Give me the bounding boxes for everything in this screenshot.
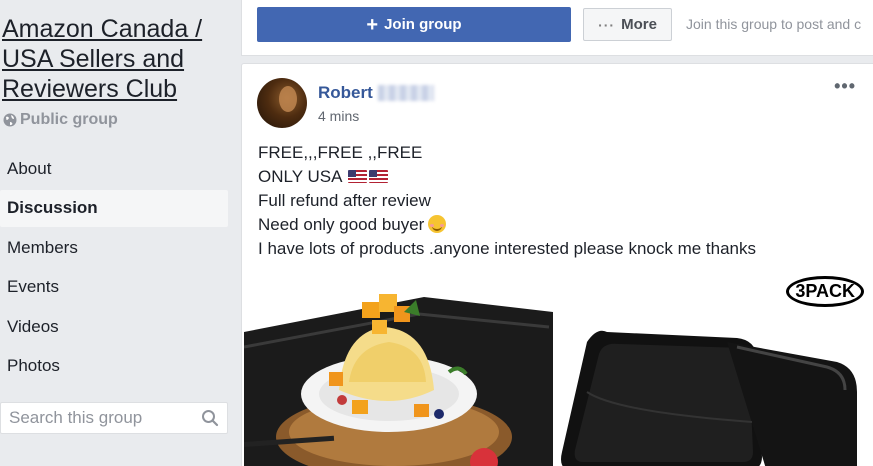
nav-item-discussion[interactable]: Discussion bbox=[0, 189, 228, 227]
author-avatar[interactable] bbox=[257, 78, 307, 128]
group-type-label: Public group bbox=[20, 111, 118, 128]
post-line-text: ONLY USA bbox=[258, 167, 342, 186]
smile-emoji-icon bbox=[428, 215, 447, 233]
post-line: FREE,,,FREE ,,FREE bbox=[258, 143, 423, 162]
post-menu-icon[interactable]: ••• bbox=[834, 76, 856, 97]
join-group-label: Join group bbox=[384, 16, 462, 33]
more-dots-icon: ··· bbox=[598, 16, 616, 33]
group-search-input[interactable]: Search this group bbox=[0, 402, 228, 434]
post-author[interactable]: Robert bbox=[318, 83, 434, 103]
group-title[interactable]: Amazon Canada / USA Sellers and Reviewer… bbox=[2, 14, 227, 104]
us-flag-icon bbox=[369, 170, 389, 183]
image-badge: 3PACK bbox=[786, 276, 864, 307]
redacted-surname bbox=[377, 85, 434, 101]
post-line: Full refund after review bbox=[258, 191, 431, 210]
post-line: I have lots of products .anyone interest… bbox=[258, 239, 757, 258]
post-line: Need only good buyer bbox=[258, 213, 756, 237]
nav-item-photos[interactable]: Photos bbox=[0, 348, 228, 385]
nav-item-members[interactable]: Members bbox=[0, 229, 228, 266]
post-line: ONLY USA bbox=[258, 165, 756, 189]
group-nav: About Discussion Members Events Videos P… bbox=[0, 150, 228, 387]
feed-post: Robert 4 mins ••• FREE,,,FREE ,,FREE ONL… bbox=[241, 63, 873, 466]
post-image-trays[interactable]: 3PACK bbox=[557, 272, 868, 466]
post-image-dessert[interactable] bbox=[244, 272, 553, 466]
post-body: FREE,,,FREE ,,FREE ONLY USA Full refund … bbox=[258, 141, 756, 261]
group-privacy: Public group bbox=[3, 111, 118, 129]
join-group-button[interactable]: + Join group bbox=[257, 7, 571, 42]
more-label: More bbox=[621, 16, 657, 33]
post-line-text: Need only good buyer bbox=[258, 215, 425, 234]
group-action-bar: + Join group ··· More Join this group to… bbox=[241, 0, 873, 56]
more-button[interactable]: ··· More bbox=[583, 8, 672, 41]
nav-item-events[interactable]: Events bbox=[0, 269, 228, 306]
search-placeholder: Search this group bbox=[9, 408, 143, 427]
globe-icon bbox=[3, 113, 17, 127]
nav-item-videos[interactable]: Videos bbox=[0, 308, 228, 345]
post-timestamp[interactable]: 4 mins bbox=[318, 108, 359, 124]
us-flag-icon bbox=[348, 170, 368, 183]
join-hint-text: Join this group to post and c bbox=[686, 16, 862, 32]
plus-icon: + bbox=[366, 13, 379, 36]
author-name[interactable]: Robert bbox=[318, 83, 373, 103]
search-icon[interactable] bbox=[201, 409, 219, 427]
nav-item-about[interactable]: About bbox=[0, 150, 228, 187]
group-sidebar: Amazon Canada / USA Sellers and Reviewer… bbox=[0, 0, 232, 466]
